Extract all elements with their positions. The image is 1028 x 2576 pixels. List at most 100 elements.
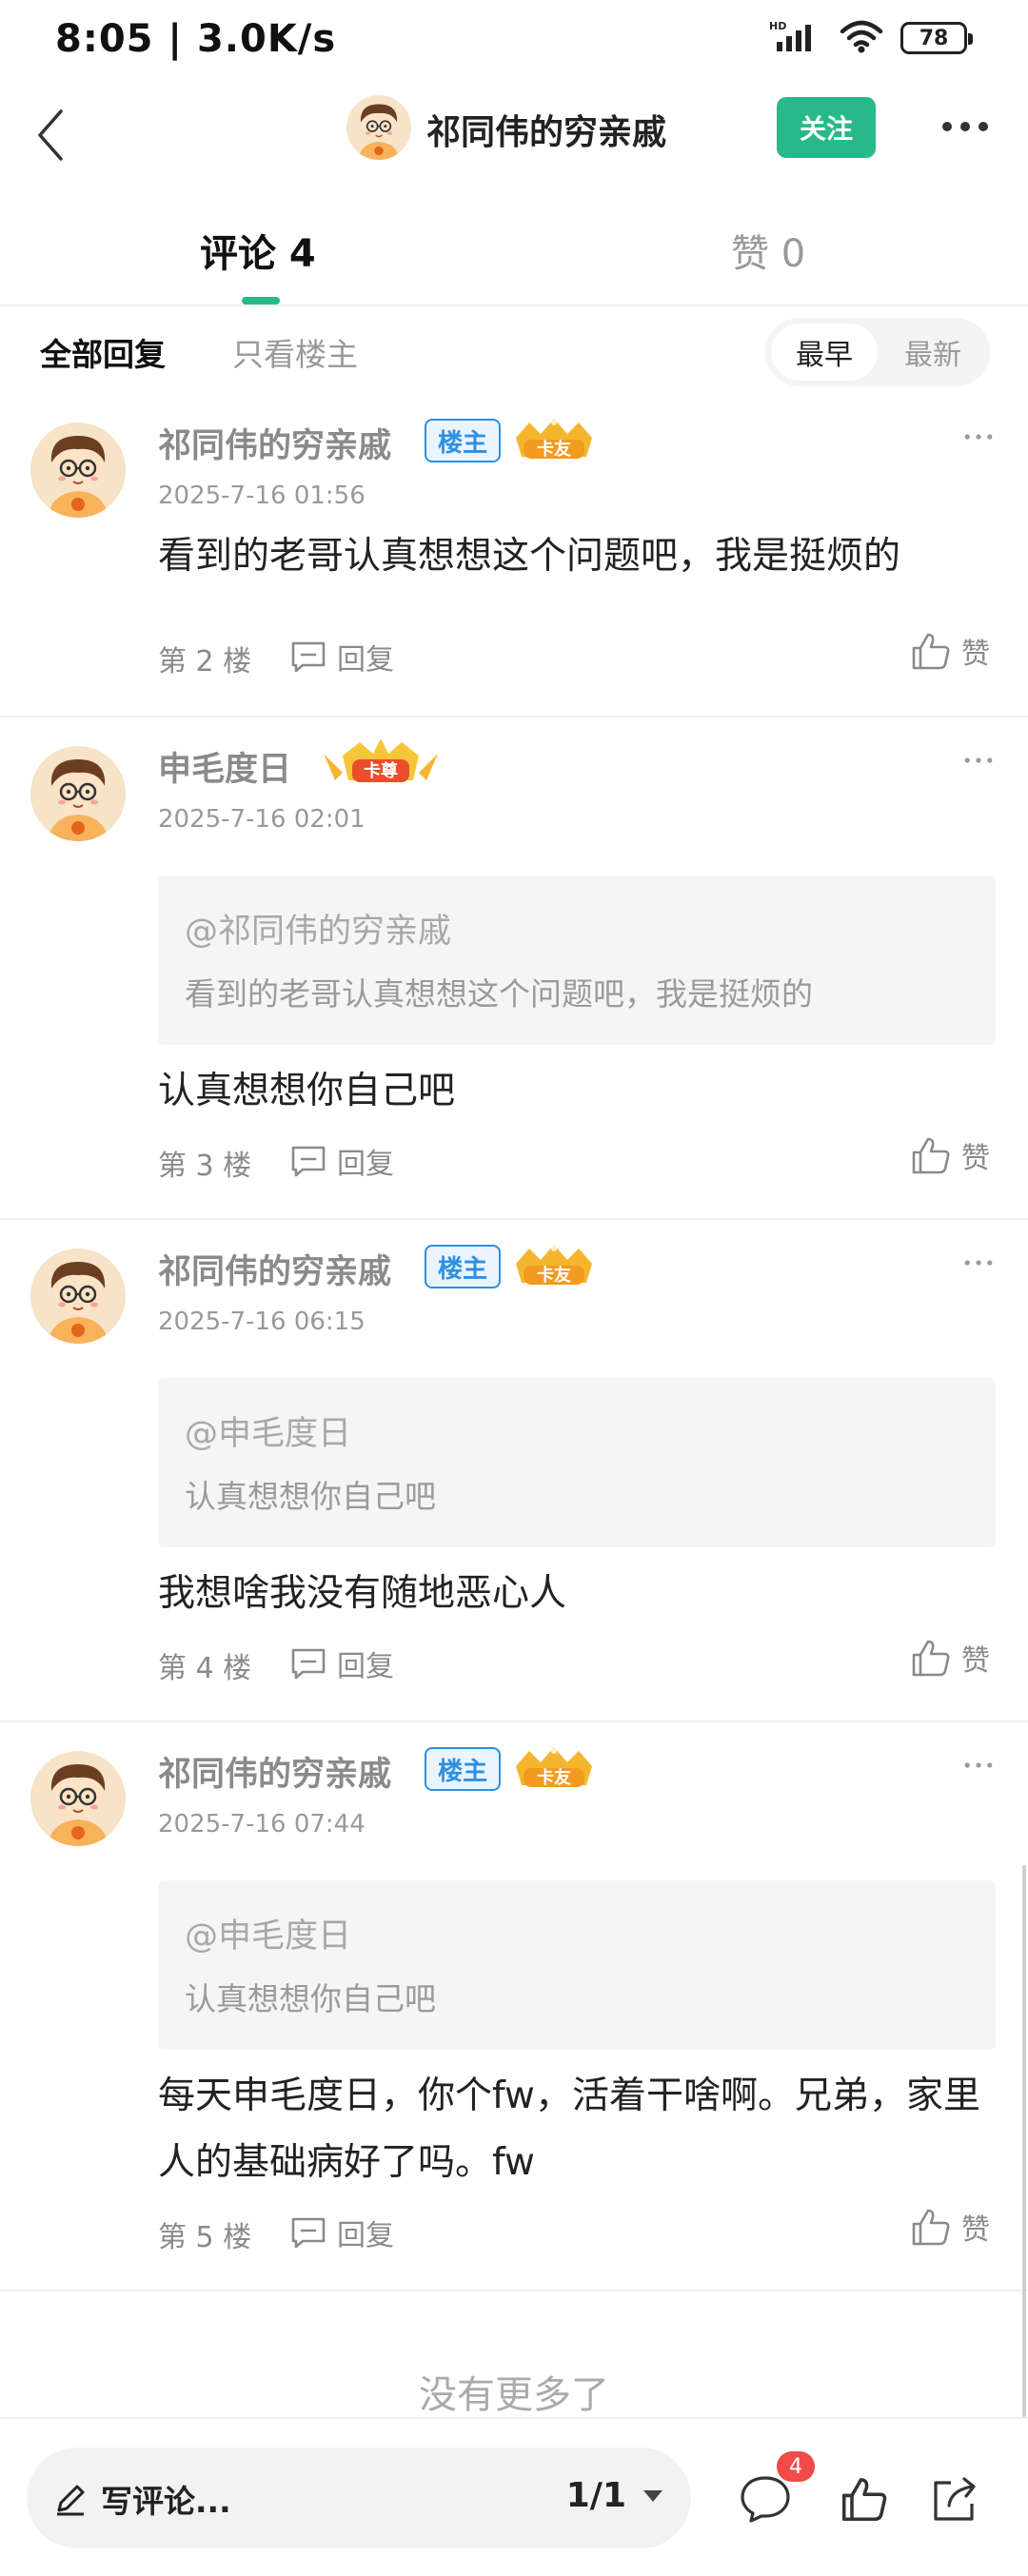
reply-button[interactable]: 回复 (289, 636, 394, 678)
like-post-button[interactable] (834, 2468, 895, 2529)
reply-button[interactable]: 回复 (289, 1140, 394, 1182)
comment-author[interactable]: 祁同伟的穷亲戚 (158, 1747, 391, 1796)
svg-text:卡友: 卡友 (537, 439, 571, 460)
page-number: 1/1 (565, 2476, 626, 2515)
op-badge: 楼主 (425, 1747, 502, 1791)
more-options-button[interactable] (937, 103, 994, 150)
comment-date: 2025-7-16 02:01 (158, 805, 366, 834)
thumb-up-icon (910, 2206, 952, 2248)
comment-more-button[interactable] (954, 423, 1003, 451)
floor-number: 第 3 楼 (158, 1150, 252, 1183)
status-bar: 8:05 | 3.0K/s HD 78 (0, 0, 1028, 80)
svg-text:HD: HD (769, 20, 786, 32)
avatar[interactable] (30, 1751, 126, 1846)
comment-item: 祁同伟的穷亲戚 楼主 卡友 2025-7-16 07:44 @申毛度日 认真想想… (0, 1722, 1028, 2291)
thumb-up-icon (910, 1134, 952, 1176)
sort-earliest[interactable]: 最早 (771, 324, 878, 381)
thumb-up-icon (841, 2478, 887, 2522)
like-label: 赞 (961, 638, 990, 671)
comment-author[interactable]: 祁同伟的穷亲戚 (158, 419, 391, 467)
status-icons: HD 78 (769, 19, 973, 57)
filter-all-replies[interactable]: 全部回复 (40, 329, 166, 375)
comment-date: 2025-7-16 06:15 (158, 1308, 366, 1336)
thumb-up-icon (910, 1637, 952, 1679)
like-label: 赞 (961, 1644, 990, 1678)
like-button[interactable]: 赞 (910, 630, 990, 672)
reply-icon (289, 2216, 327, 2249)
comment-count-badge: 4 (777, 2451, 815, 2482)
share-icon (934, 2477, 976, 2521)
quote-text: 认真想想你自己吧 (185, 1478, 436, 1515)
page-indicator[interactable]: 1/1 (566, 2476, 664, 2515)
svg-text:卡友: 卡友 (537, 1265, 571, 1286)
op-badge: 楼主 (425, 1245, 502, 1288)
quote-mention[interactable]: @申毛度日 (185, 1406, 351, 1455)
comment-item: 祁同伟的穷亲戚 楼主 卡友 2025-7-16 01:56 看到的老哥认真想想这… (0, 394, 1028, 718)
comment-item: 祁同伟的穷亲戚 楼主 卡友 2025-7-16 06:15 @申毛度日 认真想想… (0, 1220, 1028, 1722)
reply-icon (289, 640, 327, 673)
chevron-down-icon (643, 2489, 662, 2502)
comment-more-button[interactable] (954, 746, 1003, 775)
status-time: 8:05 | 3.0K/s (55, 17, 337, 61)
svg-text:卡尊: 卡尊 (364, 760, 398, 781)
tab-likes[interactable]: 赞 0 (731, 223, 805, 278)
comment-text: 看到的老哥认真想想这个问题吧，我是挺烦的 (158, 535, 901, 578)
vip-crown-badge: 卡尊 (318, 737, 444, 790)
quoted-reply: @申毛度日 认真想想你自己吧 (158, 1880, 996, 2050)
chat-bubble-icon (741, 2476, 790, 2523)
reply-button[interactable]: 回复 (289, 2212, 394, 2253)
scrollbar[interactable] (1022, 1865, 1026, 2417)
comment-text: 每天申毛度日，你个fw，活着干啥啊。兄弟，家里人的基础病好了吗。fw (158, 2075, 980, 2184)
page-title[interactable]: 祁同伟的穷亲戚 (426, 105, 666, 154)
reply-label: 回复 (337, 2219, 394, 2252)
comment-more-button[interactable] (954, 1751, 1003, 1780)
floor-number: 第 5 楼 (158, 2221, 252, 2254)
quote-text: 看到的老哥认真想想这个问题吧，我是挺烦的 (185, 975, 813, 1013)
op-badge: 楼主 (425, 419, 502, 462)
like-button[interactable]: 赞 (910, 1134, 990, 1176)
thumb-up-icon (910, 630, 952, 672)
comment-author[interactable]: 申毛度日 (158, 742, 291, 791)
fan-crown-badge: 卡友 (512, 1743, 596, 1788)
sort-newest[interactable]: 最新 (883, 324, 982, 381)
comment-input[interactable]: 写评论... 1/1 (27, 2448, 691, 2548)
comment-more-button[interactable] (954, 1249, 1003, 1277)
battery-indicator: 78 (900, 22, 973, 54)
comment-date: 2025-7-16 01:56 (158, 482, 366, 510)
share-button[interactable] (923, 2468, 984, 2529)
like-button[interactable]: 赞 (910, 1637, 990, 1679)
filter-op-only[interactable]: 只看楼主 (232, 329, 358, 375)
avatar[interactable] (30, 423, 126, 518)
write-comment-label: 写评论... (53, 2476, 231, 2522)
floor-number: 第 4 楼 (158, 1652, 252, 1685)
floor-number: 第 2 楼 (158, 645, 252, 678)
author-avatar[interactable] (346, 95, 411, 160)
comment-author[interactable]: 祁同伟的穷亲戚 (158, 1245, 391, 1293)
reply-icon (289, 1145, 327, 1177)
reply-label: 回复 (337, 1148, 394, 1181)
bottom-bar: 写评论... 1/1 4 (0, 2417, 1028, 2576)
quoted-reply: @申毛度日 认真想想你自己吧 (158, 1378, 996, 1547)
tab-comments[interactable]: 评论 4 (200, 223, 316, 278)
reply-button[interactable]: 回复 (289, 1642, 394, 1684)
like-label: 赞 (961, 2213, 990, 2247)
back-arrow-icon (38, 109, 63, 161)
fan-crown-badge: 卡友 (512, 415, 596, 460)
quote-mention[interactable]: @祁同伟的穷亲戚 (185, 904, 451, 953)
back-button[interactable] (17, 95, 84, 175)
reply-label: 回复 (337, 643, 394, 677)
follow-button[interactable]: 关注 (777, 97, 876, 158)
reply-label: 回复 (337, 1650, 394, 1683)
nav-bar: 祁同伟的穷亲戚 关注 (0, 86, 1028, 209)
avatar[interactable] (30, 1249, 126, 1344)
filter-bar: 全部回复 只看楼主 最早 最新 (0, 308, 1028, 394)
like-button[interactable]: 赞 (910, 2206, 990, 2248)
sort-toggle: 最早 最新 (765, 318, 990, 386)
avatar[interactable] (30, 746, 126, 841)
tab-indicator (242, 297, 280, 305)
tab-bar: 评论 4 赞 0 (0, 209, 1028, 306)
write-placeholder: 写评论... (101, 2483, 231, 2520)
quoted-reply: @祁同伟的穷亲戚 看到的老哥认真想想这个问题吧，我是挺烦的 (158, 875, 996, 1045)
fan-crown-badge: 卡友 (512, 1241, 596, 1286)
quote-mention[interactable]: @申毛度日 (185, 1909, 351, 1957)
